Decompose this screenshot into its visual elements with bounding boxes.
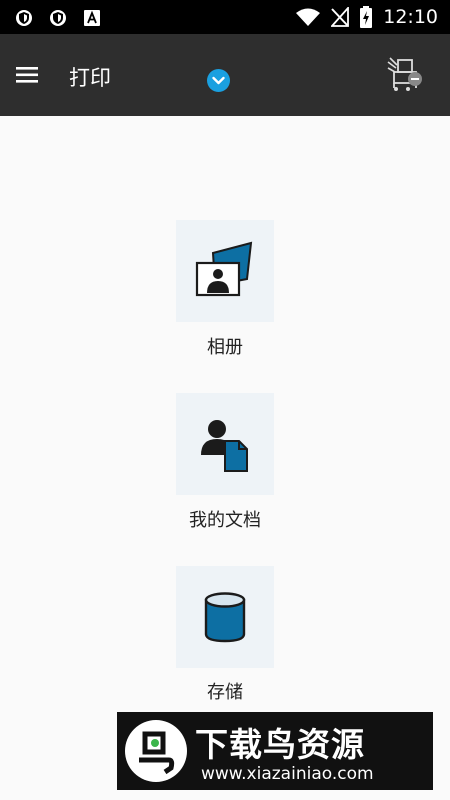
app-bar: 打印 bbox=[0, 34, 450, 116]
shield-badge-icon bbox=[16, 10, 32, 26]
site-watermark: 下载鸟资源 www.xiazainiao.com bbox=[117, 712, 433, 790]
photo-album-icon bbox=[195, 241, 253, 297]
battery-charging-icon bbox=[360, 6, 373, 28]
storage-icon bbox=[204, 592, 246, 643]
my-documents-tile[interactable] bbox=[176, 393, 274, 495]
page-title: 打印 bbox=[69, 66, 111, 90]
watermark-url: www.xiazainiao.com bbox=[201, 764, 374, 784]
a-notification-icon bbox=[84, 10, 100, 26]
watermark-logo bbox=[125, 720, 187, 782]
my-documents-label[interactable]: 我的文档 bbox=[125, 506, 325, 532]
storage-tile[interactable] bbox=[176, 566, 274, 668]
my-documents-icon bbox=[201, 420, 248, 472]
shield-badge-icon bbox=[50, 10, 66, 26]
system-icons: 12:10 bbox=[295, 6, 438, 28]
wifi-icon bbox=[296, 8, 321, 26]
status-bar: 12:10 bbox=[0, 0, 450, 34]
watermark-title: 下载鸟资源 bbox=[195, 725, 365, 764]
storage-label[interactable]: 存储 bbox=[125, 678, 325, 704]
album-tile[interactable] bbox=[176, 220, 274, 322]
hamburger-menu-icon[interactable] bbox=[14, 62, 40, 88]
notification-icons bbox=[14, 8, 102, 28]
album-label[interactable]: 相册 bbox=[125, 333, 325, 359]
no-signal-icon bbox=[331, 7, 350, 27]
chevron-down-icon[interactable] bbox=[207, 69, 230, 92]
clock: 12:10 bbox=[383, 6, 438, 28]
printer-status-icon[interactable] bbox=[384, 56, 426, 94]
